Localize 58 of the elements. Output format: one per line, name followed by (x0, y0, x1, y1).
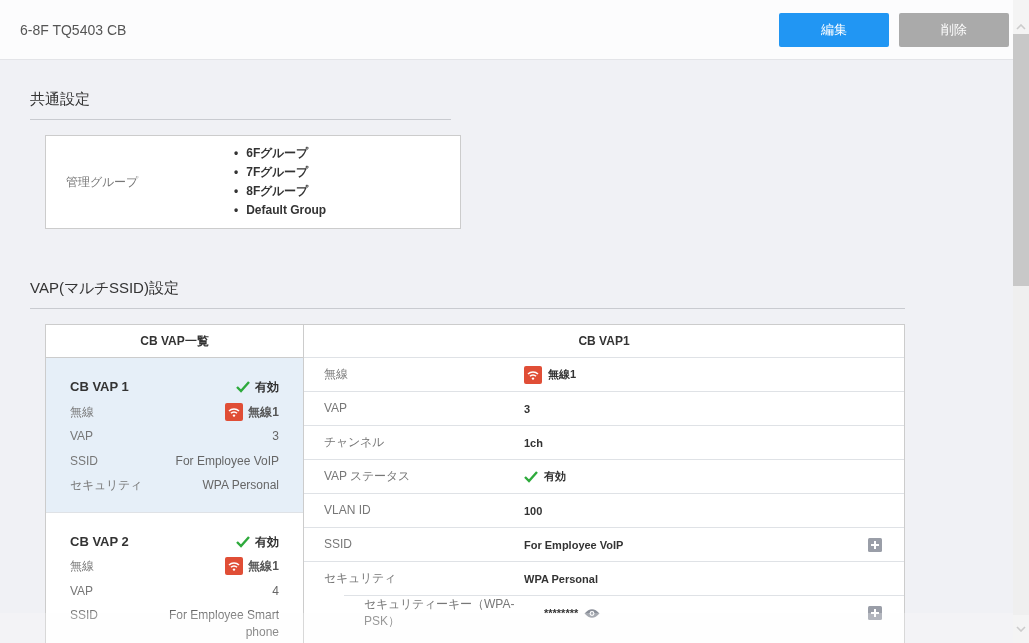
field-label: 管理グループ (66, 173, 140, 191)
field-value: For Employee VoIP (524, 538, 624, 551)
eye-icon[interactable] (584, 607, 601, 619)
field-value: WPA Personal (524, 572, 598, 585)
status-text: 有効 (255, 533, 279, 551)
section-heading: VAP(マルチSSID)設定 (30, 279, 179, 296)
group-item: 6Fグループ (246, 145, 309, 162)
scrollbar-thumb[interactable] (1013, 34, 1029, 286)
bullet-mark: • (234, 164, 239, 181)
plus-icon[interactable] (868, 606, 882, 620)
masked-key: ******** (544, 607, 579, 619)
field-value: 無線1 (548, 367, 577, 382)
field-label: チャンネル (324, 434, 385, 451)
field-value: 無線1 (248, 403, 279, 421)
field-value: 無線1 (248, 558, 279, 575)
field-value: 100 (524, 504, 543, 517)
bullet-mark: • (234, 183, 239, 200)
field-label: 無線 (70, 403, 94, 421)
column-heading: CB VAP1 (578, 334, 630, 348)
group-item: Default Group (246, 202, 327, 219)
plus-icon[interactable] (868, 537, 882, 552)
bullet-mark: • (234, 145, 239, 162)
field-label: セキュリティ (324, 570, 397, 587)
field-value: For Employee VoIP (175, 452, 279, 470)
status-text: 有効 (255, 379, 279, 396)
field-label: VAP (70, 582, 94, 600)
page-title: 6-8F TQ5403 CB (20, 21, 128, 38)
wifi-icon (225, 402, 244, 421)
field-label: SSID (324, 536, 353, 553)
card-title: CB VAP 1 (70, 378, 129, 396)
field-value: For Employee Smart phone (167, 607, 279, 641)
scroll-down-icon[interactable] (1016, 626, 1026, 632)
field-label: 無線 (324, 366, 349, 383)
field-value: 有効 (544, 469, 566, 484)
vap-card[interactable]: CB VAP 1 有効 無線 無線1 VAP 3 SSID For Employee VoIP セキュリティ WPA Personal (46, 358, 303, 513)
field-label: VAP (324, 400, 349, 417)
field-label: セキュリティ (70, 477, 142, 494)
field-label: セキュリティーキー（WPA-PSK） (364, 596, 516, 630)
scroll-up-icon[interactable] (1016, 24, 1026, 30)
field-value: 3 (272, 428, 279, 445)
field-value: 3 (524, 402, 531, 415)
field-label: SSID (70, 452, 98, 470)
group-item: 8Fグループ (246, 183, 309, 200)
field-label: VAP (70, 428, 94, 445)
section-heading: 共通設定 (30, 90, 90, 107)
bullet-mark: • (234, 202, 239, 219)
field-label: VLAN ID (324, 502, 372, 519)
card-title: CB VAP 2 (70, 532, 129, 551)
wifi-icon (524, 365, 542, 384)
column-heading: CB VAP一覧 (140, 332, 209, 350)
field-value: 4 (272, 582, 279, 600)
field-label: 無線 (70, 558, 94, 575)
wifi-icon (225, 557, 244, 576)
field-value: WPA Personal (202, 477, 279, 494)
field-label: SSID (70, 607, 98, 624)
field-label: VAP ステータス (324, 468, 412, 485)
group-item: 7Fグループ (246, 164, 309, 181)
field-value: 1ch (524, 436, 543, 449)
